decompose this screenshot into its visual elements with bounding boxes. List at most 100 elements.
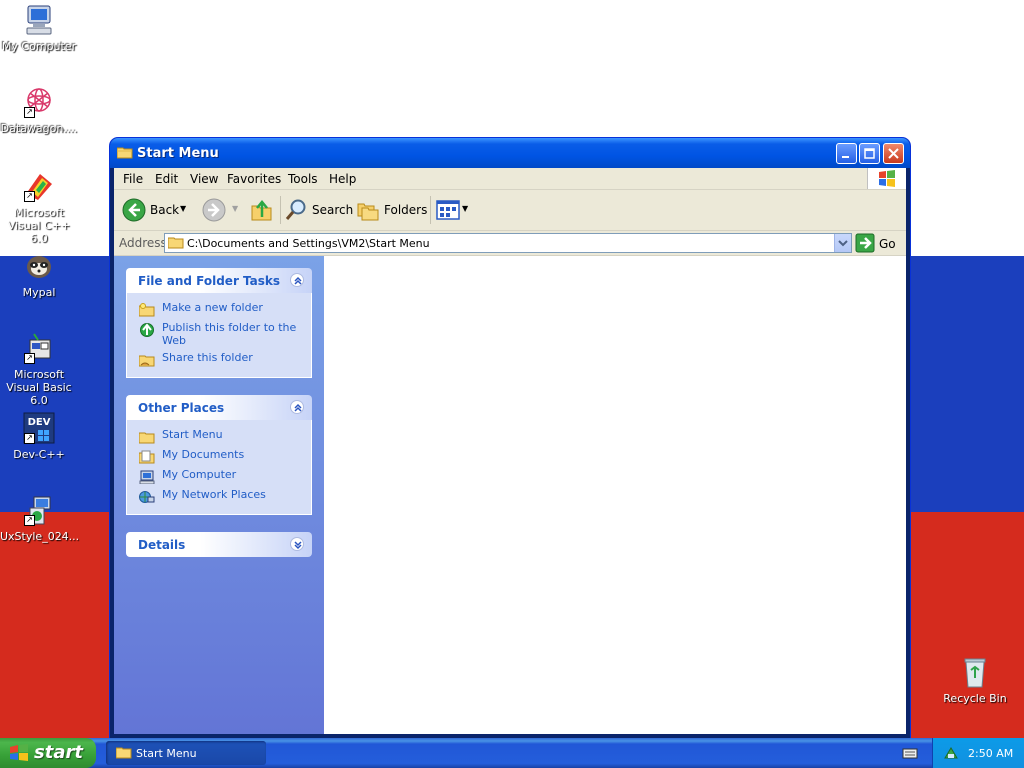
desktop-icon-label: My Computer	[1, 40, 77, 53]
svg-text:DEV: DEV	[28, 417, 51, 428]
task-make-new-folder[interactable]: Make a new folder	[127, 301, 311, 321]
forward-button[interactable]: ▼	[202, 198, 242, 222]
desktop-icon-mypal[interactable]: Mypal	[0, 250, 78, 299]
dev-cpp-icon: DEV ↗	[22, 412, 56, 444]
folder-icon	[139, 432, 155, 444]
folders-icon	[357, 203, 379, 221]
panel-header[interactable]: File and Folder Tasks	[126, 268, 312, 293]
tray-app-icon[interactable]	[943, 745, 959, 764]
menu-bar: File Edit View Favorites Tools Help	[114, 168, 906, 190]
place-my-documents[interactable]: My Documents	[127, 448, 311, 468]
computer-icon	[139, 470, 155, 484]
expand-icon[interactable]	[290, 537, 304, 551]
desktop-icon-datawagon[interactable]: ↗ Datawagon....	[0, 86, 78, 135]
task-publish-to-web[interactable]: Publish this folder to the Web	[127, 321, 311, 351]
folder-icon	[116, 146, 133, 159]
taskbar: start Start Menu 2:50 AM	[0, 738, 1024, 768]
maximize-button[interactable]	[859, 143, 880, 164]
search-icon	[285, 199, 306, 220]
views-button[interactable]: ▼	[436, 198, 472, 222]
menu-help[interactable]: Help	[329, 172, 356, 186]
publish-web-icon	[140, 323, 154, 337]
network-icon	[139, 491, 155, 503]
go-arrow-icon	[855, 233, 875, 253]
file-folder-tasks-panel: File and Folder Tasks Make a new folder …	[126, 268, 312, 378]
folder-icon	[116, 747, 132, 759]
visual-basic-icon: ↗	[22, 332, 56, 364]
share-folder-icon	[139, 355, 155, 367]
place-my-network-places[interactable]: My Network Places	[127, 488, 311, 508]
desktop-icon-my-computer[interactable]: My Computer	[0, 4, 78, 53]
desktop-icon-visual-cpp[interactable]: ↗ Microsoft Visual C++ 6.0	[0, 170, 78, 245]
toolbar-separator	[430, 196, 431, 224]
close-button[interactable]	[883, 143, 904, 164]
chevron-down-icon[interactable]: ▼	[180, 204, 186, 213]
collapse-icon[interactable]	[290, 400, 304, 414]
computer-icon	[22, 4, 56, 36]
back-button[interactable]: Back ▼	[122, 198, 190, 222]
start-button[interactable]: start	[0, 738, 96, 768]
place-start-menu[interactable]: Start Menu	[127, 428, 311, 448]
back-arrow-icon	[122, 198, 146, 222]
panel-header[interactable]: Other Places	[126, 395, 312, 420]
my-documents-icon	[139, 450, 155, 464]
title-bar[interactable]: Start Menu	[110, 138, 910, 168]
details-panel: Details	[126, 532, 312, 557]
menu-file[interactable]: File	[123, 172, 143, 186]
window-frame: File Edit View Favorites Tools Help Back…	[114, 168, 906, 734]
desktop-icon-dev-cpp[interactable]: DEV ↗ Dev-C++	[0, 412, 78, 461]
clock: 2:50 AM	[968, 747, 1014, 760]
search-button[interactable]: Search	[284, 198, 353, 222]
minimize-button[interactable]	[836, 143, 857, 164]
datawagon-icon: ↗	[22, 86, 56, 118]
menu-edit[interactable]: Edit	[155, 172, 178, 186]
desktop-icon-label: Datawagon....	[0, 122, 78, 135]
chevron-down-icon[interactable]: ▼	[232, 204, 238, 213]
folders-button[interactable]: Folders	[356, 198, 427, 222]
address-input[interactable]: C:\Documents and Settings\VM2\Start Menu	[164, 233, 852, 253]
recycle-bin-icon	[958, 656, 992, 688]
desktop-icon-visual-basic[interactable]: ↗ Microsoft Visual Basic 6.0	[0, 332, 78, 407]
address-dropdown-button[interactable]	[834, 234, 851, 252]
task-share-folder[interactable]: Share this folder	[127, 351, 311, 371]
desktop-icon-label: Dev-C++	[13, 448, 65, 461]
panel-header[interactable]: Details	[126, 532, 312, 557]
keyboard-icon[interactable]	[902, 746, 918, 763]
windows-logo-icon	[10, 744, 28, 761]
shortcut-arrow-icon: ↗	[24, 191, 35, 202]
collapse-icon[interactable]	[290, 273, 304, 287]
panel-title: Details	[138, 538, 186, 552]
address-label: Address	[119, 236, 167, 250]
window-title: Start Menu	[137, 146, 219, 161]
mypal-icon	[22, 250, 56, 282]
menu-view[interactable]: View	[190, 172, 218, 186]
desktop-icon-recycle-bin[interactable]: Recycle Bin	[936, 656, 1014, 705]
place-my-computer[interactable]: My Computer	[127, 468, 311, 488]
start-label: start	[34, 742, 83, 763]
shortcut-arrow-icon: ↗	[24, 515, 35, 526]
windows-logo-icon	[867, 168, 906, 189]
menu-tools[interactable]: Tools	[288, 172, 318, 186]
desktop-icon-label: UxStyle_024...	[0, 530, 80, 543]
desktop-icon-label: Microsoft Visual Basic 6.0	[6, 368, 72, 407]
up-folder-icon	[251, 200, 272, 221]
up-folder-button[interactable]	[250, 198, 276, 222]
system-tray: 2:50 AM	[932, 738, 1024, 768]
taskbar-item-start-menu[interactable]: Start Menu	[106, 741, 266, 765]
toolbar-separator	[280, 196, 281, 224]
folder-icon	[168, 237, 184, 249]
shortcut-arrow-icon: ↗	[24, 433, 35, 444]
desktop-icon-uxstyle[interactable]: ↗ UxStyle_024...	[0, 494, 80, 543]
installer-icon: ↗	[22, 494, 56, 526]
folder-content-area[interactable]	[324, 256, 906, 734]
chevron-down-icon: ▼	[462, 204, 469, 213]
go-button[interactable]: Go	[855, 233, 901, 253]
task-pane: File and Folder Tasks Make a new folder …	[114, 256, 324, 734]
visual-cpp-icon: ↗	[22, 170, 56, 202]
forward-arrow-icon	[202, 198, 226, 222]
shortcut-arrow-icon: ↗	[24, 107, 35, 118]
menu-favorites[interactable]: Favorites	[227, 172, 281, 186]
panel-body: Start Menu My Documents My Computer My N…	[126, 420, 312, 515]
explorer-window: Start Menu File Edit View Favorites Tool…	[110, 138, 910, 738]
shortcut-arrow-icon: ↗	[24, 353, 35, 364]
